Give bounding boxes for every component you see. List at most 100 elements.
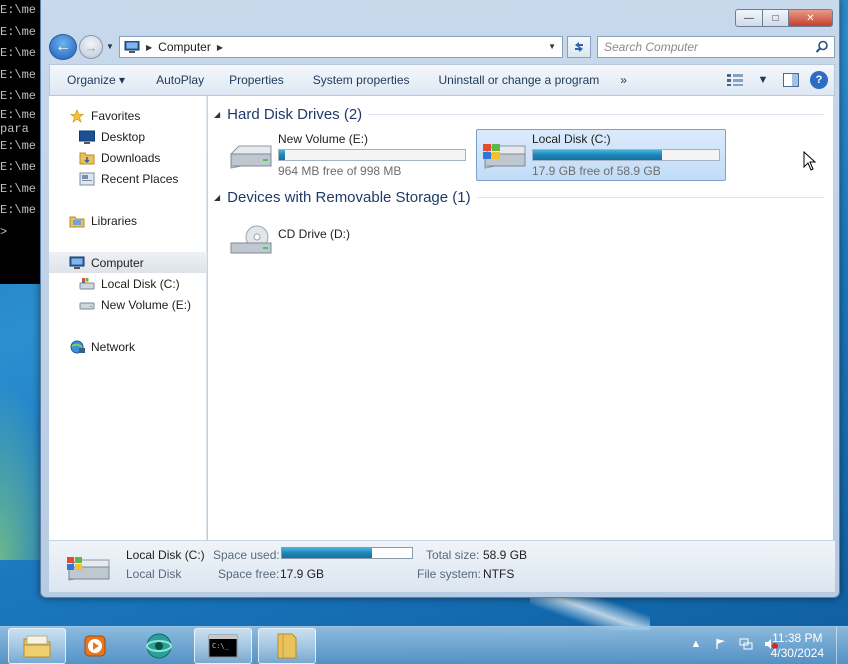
console-line: E:\me xyxy=(0,67,37,82)
computer-icon xyxy=(124,41,140,53)
console-line: E:\me xyxy=(0,107,37,122)
taskbar-folder-button[interactable] xyxy=(258,628,316,664)
taskbar-cmd-button[interactable]: C:\_ xyxy=(194,628,252,664)
file-system-value: NTFS xyxy=(483,567,515,581)
view-options-dropdown-icon[interactable]: ▼ xyxy=(754,71,772,89)
star-icon xyxy=(70,108,84,123)
collapse-triangle-icon[interactable]: ◢ xyxy=(214,110,220,119)
total-size-label: Total size: xyxy=(426,548,480,562)
close-button[interactable]: ✕ xyxy=(789,9,833,27)
nav-label: Favorites xyxy=(91,108,141,123)
command-prompt-icon: C:\_ xyxy=(208,634,238,658)
nav-label: Network xyxy=(91,339,136,354)
space-used-fill xyxy=(282,548,373,558)
clock-date: 4/30/2024 xyxy=(770,646,824,660)
refresh-button[interactable] xyxy=(567,36,591,58)
group-header-removable[interactable]: ◢ Devices with Removable Storage (1) xyxy=(214,189,824,206)
network-icon xyxy=(70,340,85,353)
drive-free-space: 17.9 GB free of 58.9 GB xyxy=(532,164,661,178)
console-line: E:\me xyxy=(0,3,37,17)
console-line: E:\me xyxy=(0,138,37,153)
console-line: E:\me xyxy=(0,160,37,174)
taskbar: C:\_ ▲ 11:38 PM 4/30/2024 xyxy=(0,626,848,664)
help-icon[interactable]: ? xyxy=(810,71,828,89)
downloads-folder-icon xyxy=(79,152,95,164)
system-drive-icon xyxy=(67,557,110,581)
drive-usage-fill xyxy=(533,150,663,160)
properties-button[interactable]: Properties xyxy=(217,73,297,87)
nav-desktop[interactable]: Desktop xyxy=(49,126,207,147)
console-window[interactable]: E:\me E:\me E:\me E:\me E:\me E:\me para… xyxy=(0,0,44,284)
console-line: E:\me xyxy=(0,203,37,217)
nav-label: New Volume (E:) xyxy=(101,297,192,312)
system-drive-icon xyxy=(79,277,95,289)
nav-new-volume-e[interactable]: New Volume (E:) xyxy=(49,294,207,315)
more-commands-button[interactable]: » xyxy=(612,73,635,87)
libraries-icon xyxy=(69,216,85,227)
drive-tile-cd-drive-d[interactable]: CD Drive (D:) xyxy=(222,214,472,266)
nav-downloads[interactable]: Downloads xyxy=(49,147,207,168)
app-globe-icon xyxy=(146,633,172,659)
group-title: Hard Disk Drives (2) xyxy=(227,106,363,123)
maximize-button[interactable]: □ xyxy=(763,9,789,27)
nav-recent-places[interactable]: Recent Places xyxy=(49,168,207,189)
network-status-icon[interactable] xyxy=(739,637,753,651)
back-button[interactable]: ← xyxy=(49,34,77,60)
system-tray: ▲ xyxy=(689,637,778,651)
file-system-label: File system: xyxy=(417,567,482,581)
drive-usage-bar xyxy=(278,149,466,161)
media-player-icon xyxy=(84,635,106,657)
chevron-right-icon[interactable]: ▶ xyxy=(217,43,223,52)
collapse-triangle-icon[interactable]: ◢ xyxy=(214,193,220,202)
uninstall-program-button[interactable]: Uninstall or change a program xyxy=(423,73,613,87)
group-header-hard-disks[interactable]: ◢ Hard Disk Drives (2) xyxy=(214,106,824,123)
search-input[interactable]: Search Computer xyxy=(597,36,835,58)
recent-places-icon xyxy=(79,172,95,185)
taskbar-media-player-button[interactable] xyxy=(66,628,124,664)
system-clock[interactable]: 11:38 PM 4/30/2024 xyxy=(771,631,824,661)
taskbar-explorer-button[interactable] xyxy=(8,628,66,664)
console-line: E:\me xyxy=(0,46,37,60)
preview-pane-icon[interactable] xyxy=(782,71,800,89)
nav-local-disk-c[interactable]: Local Disk (C:) xyxy=(49,273,207,294)
system-properties-button[interactable]: System properties xyxy=(297,73,423,87)
show-desktop-button[interactable] xyxy=(836,627,848,664)
address-bar[interactable]: ▶ Computer ▶ ▼ xyxy=(119,36,563,58)
drive-tile-new-volume-e[interactable]: New Volume (E:) 964 MB free of 998 MB xyxy=(222,129,472,181)
forward-button[interactable]: → xyxy=(79,35,103,59)
nav-label: Local Disk (C:) xyxy=(101,276,180,291)
recent-pages-dropdown-icon[interactable]: ▼ xyxy=(106,42,114,51)
space-free-value: 17.9 GB xyxy=(280,567,325,581)
action-center-flag-icon[interactable] xyxy=(714,637,728,651)
space-used-label: Space used: xyxy=(213,548,280,562)
nav-computer[interactable]: Computer xyxy=(49,252,207,273)
group-divider xyxy=(368,114,824,115)
address-dropdown-icon[interactable]: ▼ xyxy=(548,42,556,51)
autoplay-button[interactable]: AutoPlay xyxy=(138,73,217,87)
cd-drive-icon xyxy=(230,225,272,254)
chevron-right-icon[interactable]: ▶ xyxy=(146,43,152,52)
minimize-button[interactable]: — xyxy=(735,9,763,27)
taskbar-app-button[interactable] xyxy=(130,628,188,664)
drive-free-space: 964 MB free of 998 MB xyxy=(278,164,402,178)
drive-tile-local-disk-c[interactable]: Local Disk (C:) 17.9 GB free of 58.9 GB xyxy=(476,129,726,181)
command-bar: Organize ▾ AutoPlay Properties System pr… xyxy=(49,64,835,96)
nav-favorites[interactable]: Favorites xyxy=(49,105,207,126)
breadcrumb-computer[interactable]: Computer xyxy=(158,40,211,54)
view-controls: ▼ ? xyxy=(726,71,828,89)
group-title: Devices with Removable Storage (1) xyxy=(227,189,471,206)
drive-name: Local Disk (C:) xyxy=(532,132,611,146)
nav-label: Recent Places xyxy=(101,171,179,186)
change-view-icon[interactable] xyxy=(726,71,744,89)
drive-name: CD Drive (D:) xyxy=(278,227,350,241)
show-hidden-icons-icon[interactable]: ▲ xyxy=(689,637,703,651)
hard-drive-icon xyxy=(230,145,272,169)
search-icon[interactable] xyxy=(815,40,829,54)
details-drive-name: Local Disk (C:) xyxy=(126,548,205,562)
organize-button[interactable]: Organize ▾ xyxy=(50,73,138,87)
drive-usage-bar xyxy=(532,149,720,161)
nav-network[interactable]: Network xyxy=(49,336,207,357)
console-line: E:\me xyxy=(0,89,37,103)
refresh-icon xyxy=(575,42,583,52)
nav-libraries[interactable]: Libraries xyxy=(49,210,207,231)
